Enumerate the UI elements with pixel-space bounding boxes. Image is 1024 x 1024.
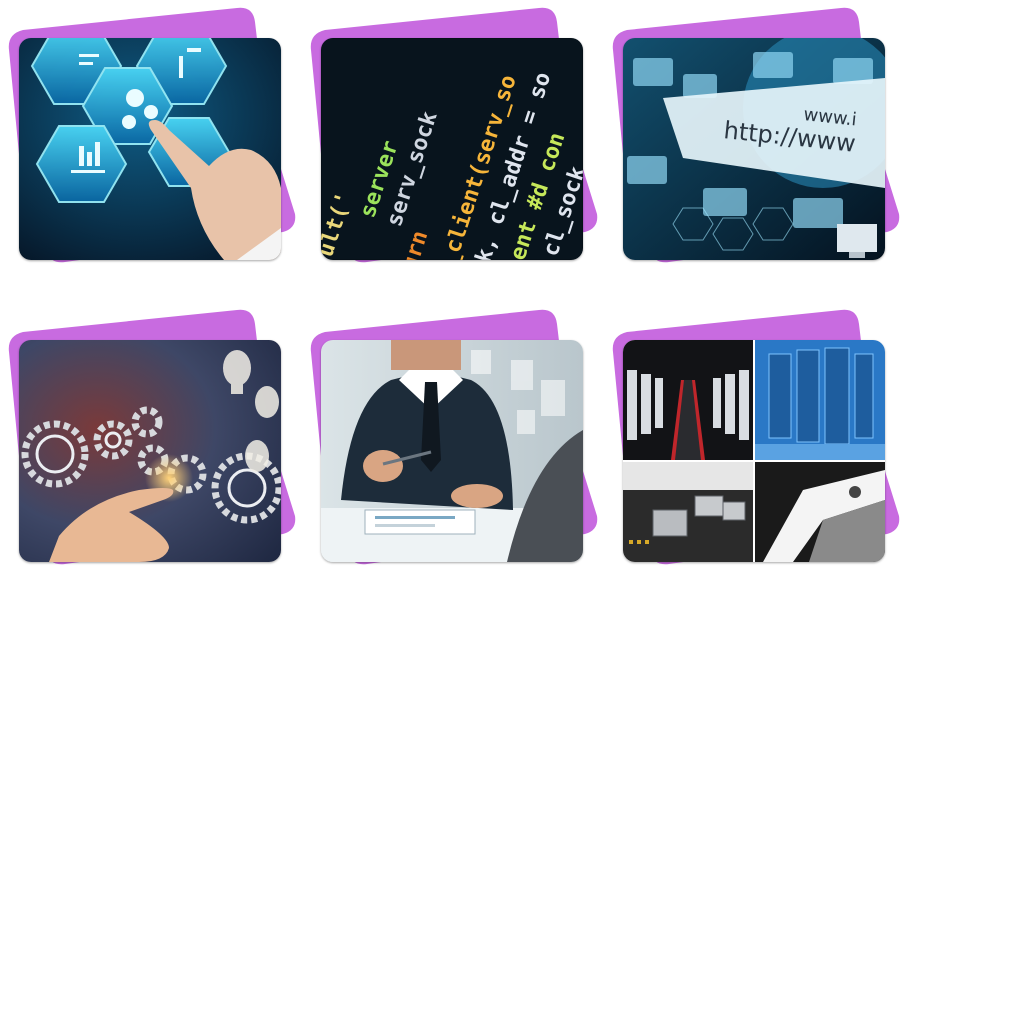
- gallery-image-source-code[interactable]: ult(' server serv_sock turn ent_client(s…: [321, 38, 583, 260]
- gallery-tile-5: [310, 309, 598, 565]
- gallery-tile-3: http://www www.i: [612, 7, 900, 263]
- gallery-image-internet[interactable]: http://www www.i: [623, 38, 885, 260]
- gallery-tile-6: [612, 309, 900, 565]
- gallery-tile-2: ult(' server serv_sock turn ent_client(s…: [310, 7, 598, 263]
- gallery-image-gears[interactable]: [19, 340, 281, 562]
- gallery-tile-4: [8, 309, 296, 565]
- gears-lightbulb-icon: [19, 340, 281, 562]
- business-meeting-icon: [321, 340, 583, 562]
- gallery-image-tech-touch[interactable]: [19, 38, 281, 260]
- gallery-image-server-collage[interactable]: [623, 340, 885, 562]
- source-code-icon: ult(' server serv_sock turn ent_client(s…: [321, 38, 583, 260]
- hexagon-tech-touch-icon: [19, 38, 281, 260]
- internet-globe-icon: http://www www.i: [623, 38, 885, 260]
- gallery-tile-1: [8, 7, 296, 263]
- server-hardware-collage-icon: [623, 340, 885, 562]
- image-gallery: ult(' server serv_sock turn ent_client(s…: [0, 0, 1024, 640]
- gallery-image-business-meeting[interactable]: [321, 340, 583, 562]
